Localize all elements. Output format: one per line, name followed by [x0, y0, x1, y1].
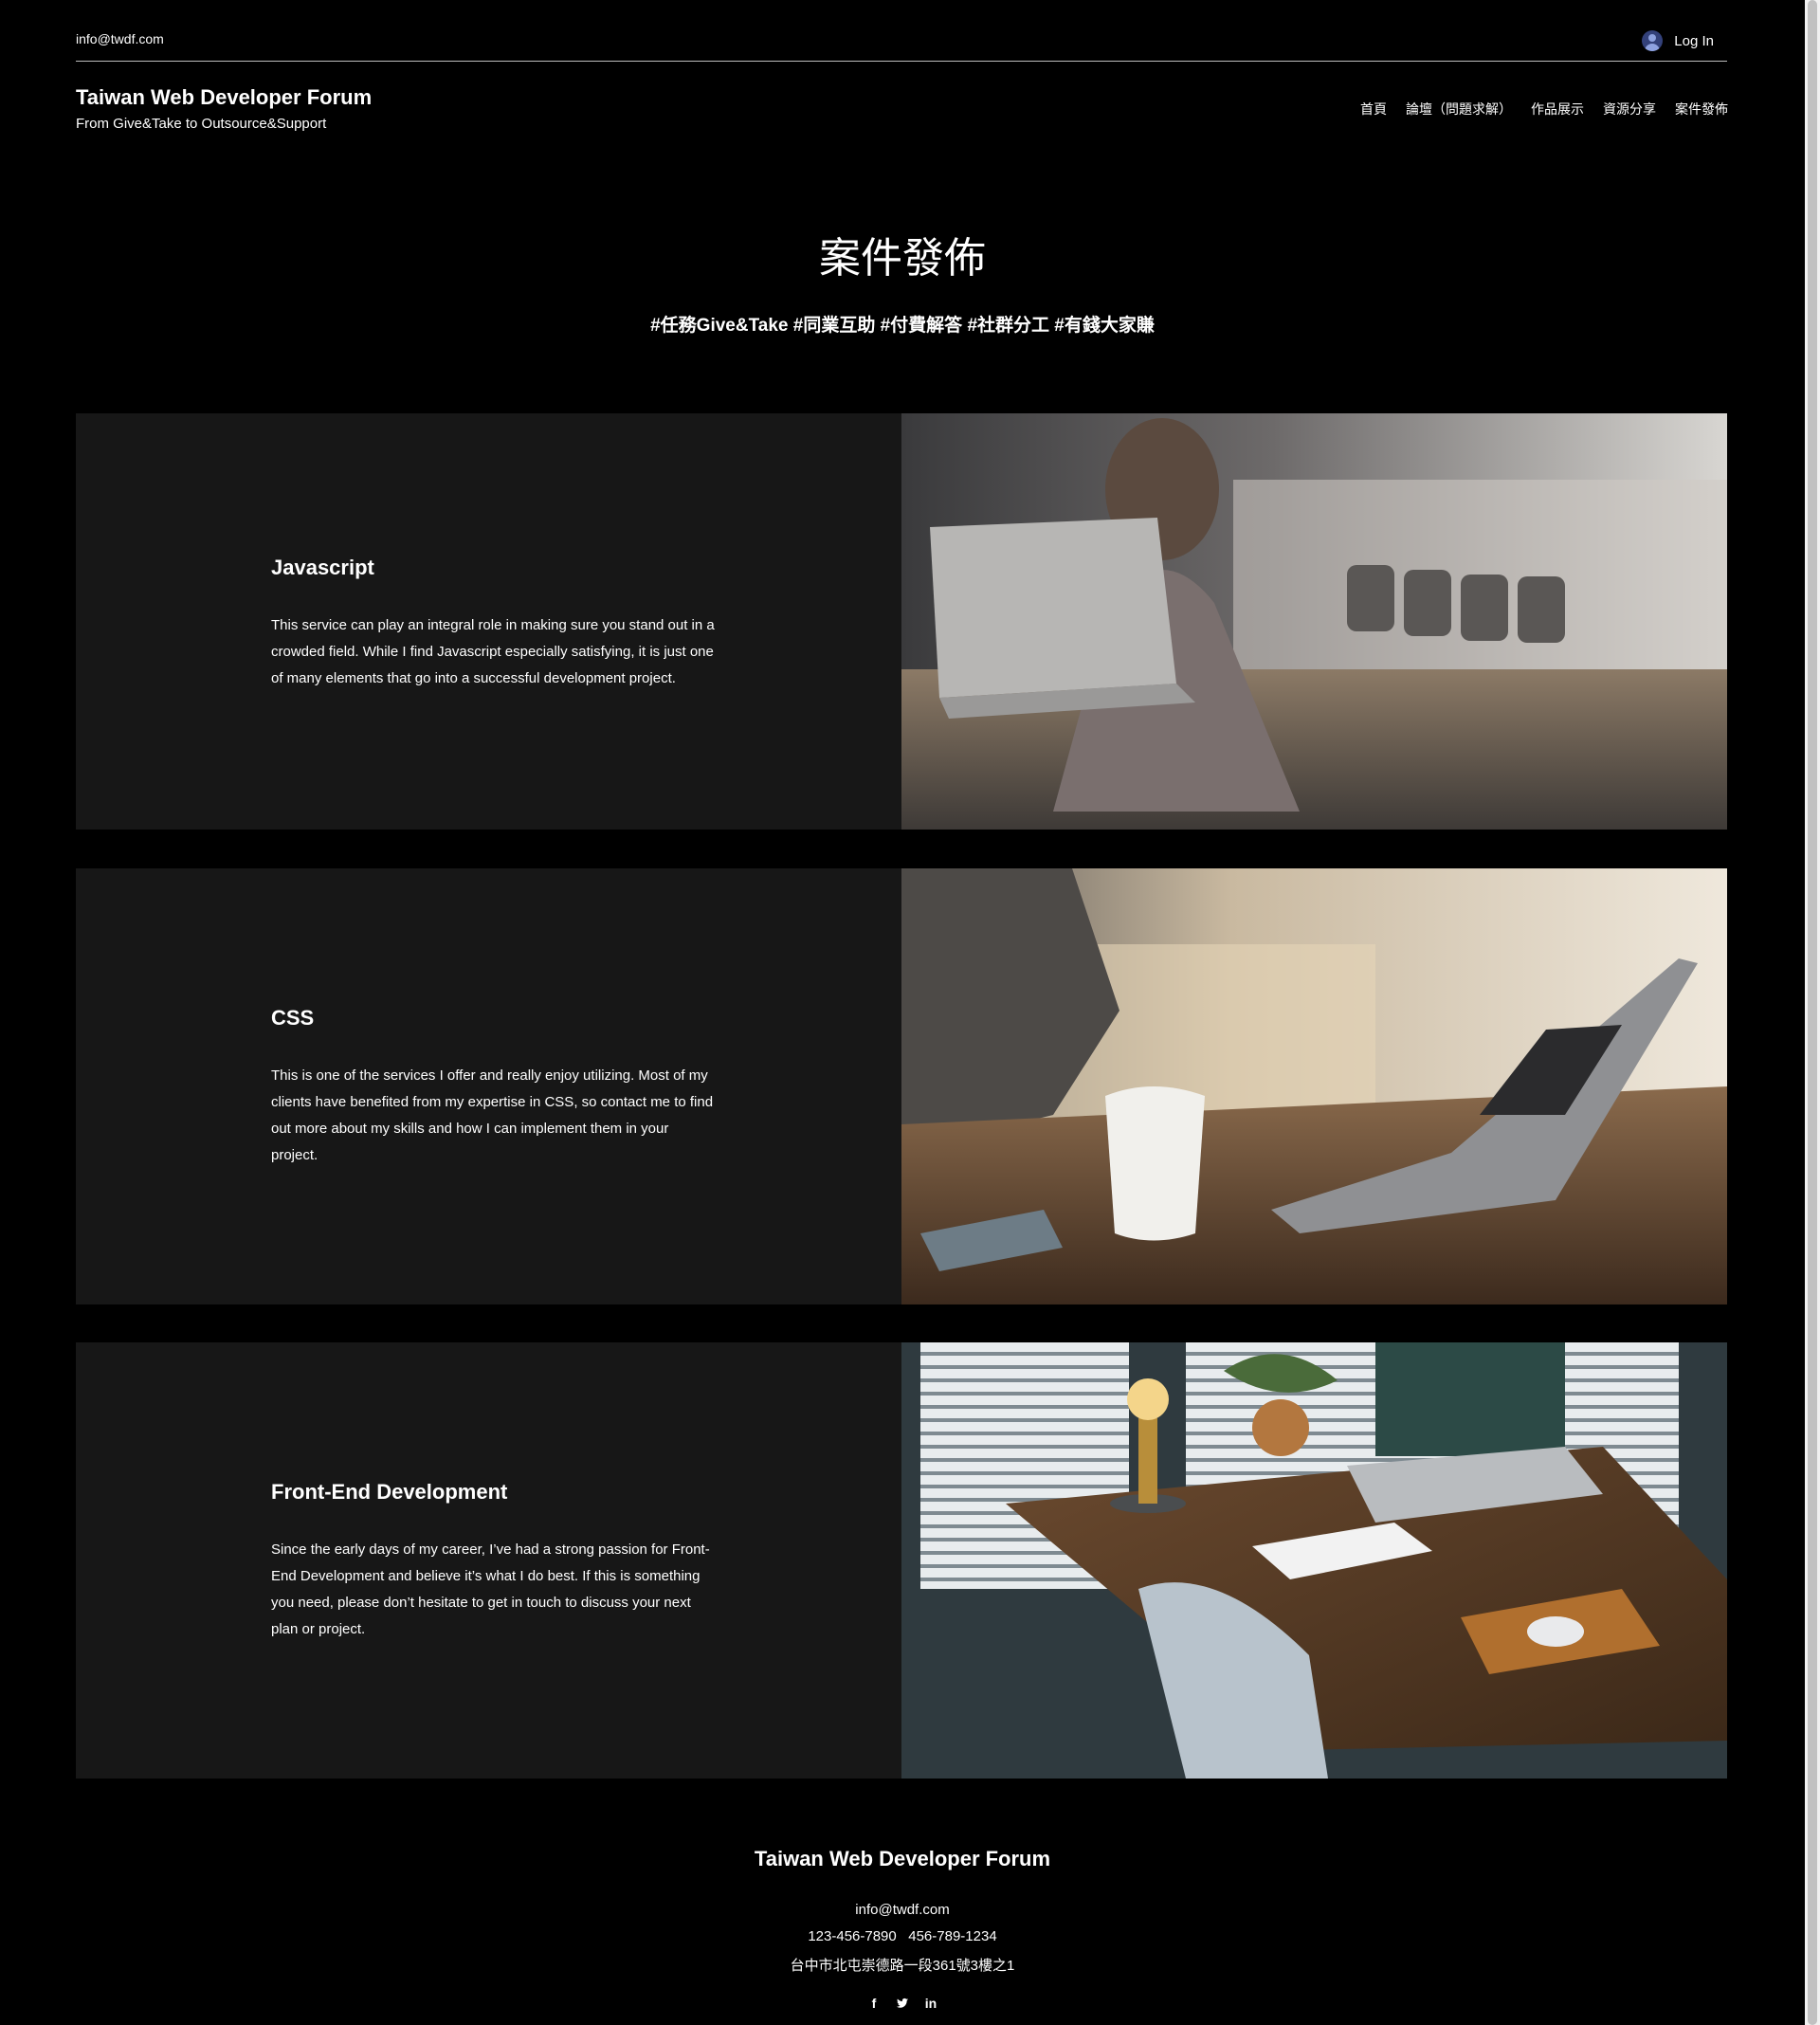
- scrollbar-thumb[interactable]: [1808, 0, 1817, 2025]
- footer-email[interactable]: info@twdf.com: [0, 1902, 1805, 1918]
- service-text-panel: Front-End Development Since the early da…: [76, 1342, 901, 1779]
- hashtags: #任務Give&Take #同業互助 #付費解答 #社群分工 #有錢大家賺: [650, 316, 1155, 336]
- top-bar: info@twdf.com Log In: [76, 0, 1727, 62]
- service-text-panel: Javascript This service can play an inte…: [76, 413, 901, 830]
- facebook-icon[interactable]: f: [866, 1996, 882, 2011]
- site-tagline: From Give&Take to Outsource&Support: [76, 116, 327, 132]
- footer-title: Taiwan Web Developer Forum: [754, 1847, 1051, 1870]
- page-title: 案件發佈: [819, 235, 986, 282]
- service-title: Front-End Development: [271, 1480, 508, 1504]
- service-description: This service can play an integral role i…: [271, 617, 715, 686]
- footer-phones: 123-456-7890 456-789-1234: [808, 1928, 997, 1944]
- nav-item-jobs[interactable]: 案件發佈: [1675, 100, 1728, 119]
- login-button[interactable]: Log In: [1642, 30, 1714, 51]
- main-nav: 首頁 論壇（問題求解） 作品展示 資源分享 案件發佈: [1360, 100, 1728, 119]
- linkedin-icon[interactable]: in: [923, 1996, 938, 2011]
- nav-item-forum[interactable]: 論壇（問題求解）: [1406, 100, 1512, 119]
- service-front-end-development: Front-End Development Since the early da…: [76, 1342, 1727, 1779]
- service-photo-person-with-headphones: [901, 413, 1727, 830]
- service-description: Since the early days of my career, I’ve …: [271, 1542, 710, 1637]
- service-text-panel: CSS This is one of the services I offer …: [76, 868, 901, 1304]
- service-title: CSS: [271, 1006, 315, 1030]
- header-email[interactable]: info@twdf.com: [76, 31, 164, 46]
- login-label: Log In: [1674, 32, 1714, 49]
- service-javascript: Javascript This service can play an inte…: [76, 413, 1727, 830]
- nav-item-home[interactable]: 首頁: [1360, 100, 1387, 119]
- user-avatar-icon: [1642, 30, 1664, 51]
- social-links: f in: [0, 1996, 1805, 2011]
- site-title[interactable]: Taiwan Web Developer Forum: [76, 85, 372, 110]
- nav-item-resources[interactable]: 資源分享: [1603, 100, 1656, 119]
- footer-address: 台中市北屯崇德路一段361號3樓之1: [790, 1958, 1015, 1974]
- service-description: This is one of the services I offer and …: [271, 1067, 714, 1163]
- twitter-icon[interactable]: [895, 1996, 910, 2011]
- service-title: Javascript: [271, 556, 374, 579]
- service-photo-typing-on-laptop: [901, 868, 1727, 1304]
- page-scrollbar[interactable]: [1805, 0, 1820, 2025]
- service-photo-desk-setup: [901, 1342, 1727, 1779]
- service-css: CSS This is one of the services I offer …: [76, 868, 1727, 1304]
- nav-item-showcase[interactable]: 作品展示: [1531, 100, 1584, 119]
